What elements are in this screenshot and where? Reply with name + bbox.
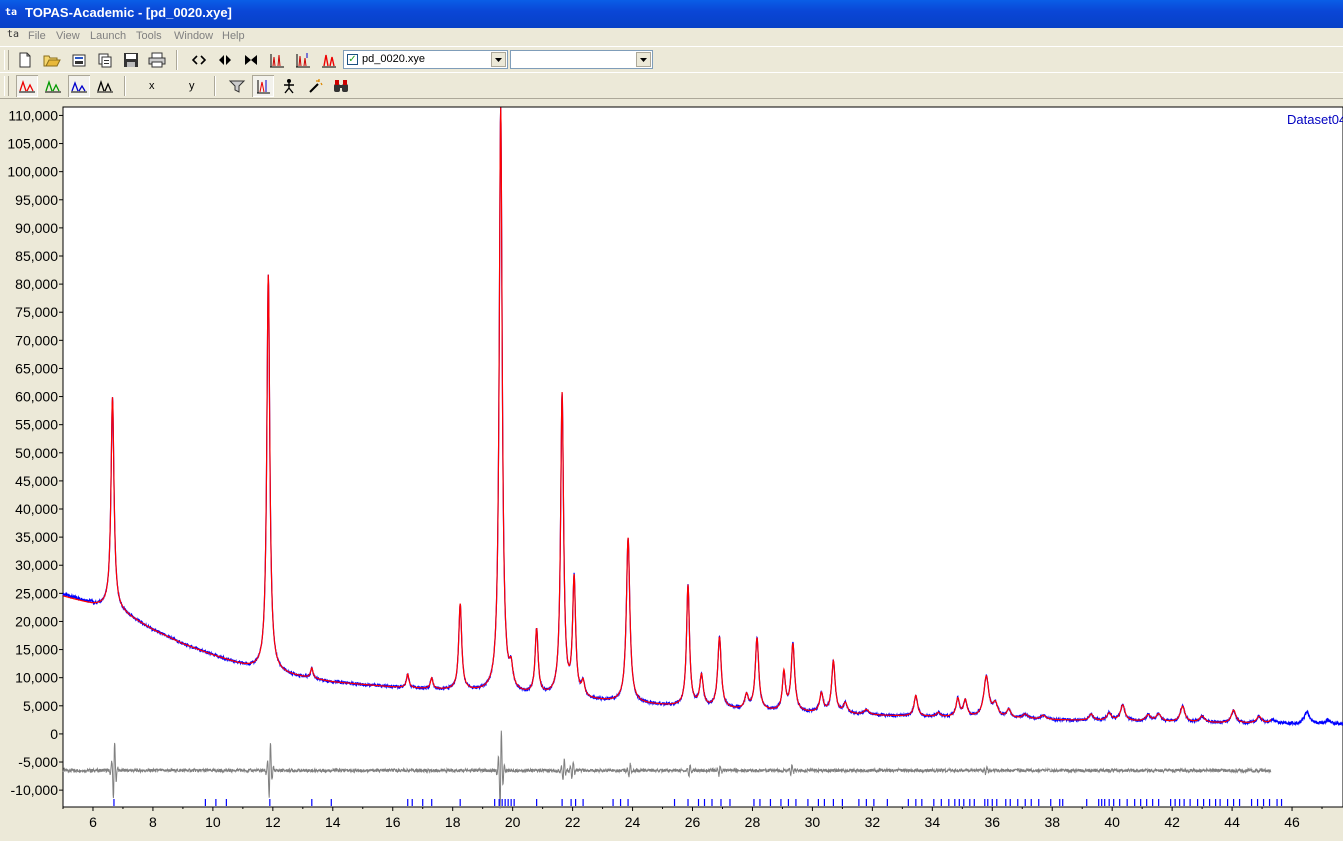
y-tick-label: 25,000: [15, 585, 58, 601]
toolbar-separator: [124, 76, 126, 96]
arrow-collapse-icon[interactable]: [240, 49, 262, 71]
y-tick-label: 80,000: [15, 276, 58, 292]
chart-peaks-alt-icon[interactable]: [292, 49, 314, 71]
magic-wand-icon[interactable]: [304, 75, 326, 97]
peak-select-icon[interactable]: [252, 75, 274, 97]
x-tick-label: 26: [685, 814, 701, 830]
y-tick-label: 0: [50, 726, 58, 742]
plot-area[interactable]: 110,000 105,000 100,000 95,000 90,000 85,000 8…: [0, 98, 1343, 841]
y-tick-label: 40,000: [15, 501, 58, 517]
toolbar-separator: [176, 50, 178, 70]
arrow-left-right-icon[interactable]: [214, 49, 236, 71]
x-tick-label: 30: [805, 814, 821, 830]
new-file-icon[interactable]: [14, 49, 36, 71]
y-tick-label: -10,000: [11, 782, 59, 798]
y-tick-label: 10,000: [15, 670, 58, 686]
window-title: TOPAS-Academic - [pd_0020.xye]: [25, 5, 232, 20]
y-axis-button[interactable]: y: [189, 80, 195, 92]
y-tick-label: 5,000: [23, 698, 58, 714]
plot-frame: [62, 106, 1343, 808]
x-tick-label: 32: [865, 814, 881, 830]
y-tick-label: 30,000: [15, 557, 58, 573]
y-tick-label: 75,000: [15, 304, 58, 320]
toolbar-grip[interactable]: [4, 76, 9, 96]
x-tick-label: 14: [325, 814, 341, 830]
chevron-down-icon[interactable]: [491, 52, 506, 67]
x-tick-label: 46: [1284, 814, 1300, 830]
x-tick-label: 6: [89, 814, 97, 830]
x-tick-label: 34: [925, 814, 941, 830]
peaks-red-icon[interactable]: [16, 75, 38, 97]
binoculars-icon[interactable]: [330, 75, 352, 97]
file-visible-checkbox[interactable]: ✓: [347, 54, 358, 65]
x-tick-label: 16: [385, 814, 401, 830]
menu-help[interactable]: Help: [222, 30, 245, 42]
open-folder-icon[interactable]: [41, 49, 63, 71]
copy-icon[interactable]: [94, 49, 116, 71]
x-tick-label: 44: [1224, 814, 1240, 830]
x-tick-label: 10: [205, 814, 221, 830]
y-tick-label: 90,000: [15, 220, 58, 236]
x-tick-label: 42: [1164, 814, 1180, 830]
y-tick-label: 45,000: [15, 473, 58, 489]
main-toolbar: ✓ pd_0020.xye: [0, 46, 1343, 72]
dataset-label: Dataset04: [1287, 112, 1343, 127]
menu-file[interactable]: File: [28, 30, 46, 42]
x-tick-label: 22: [565, 814, 581, 830]
y-tick-label: 65,000: [15, 360, 58, 376]
print-icon[interactable]: [146, 49, 168, 71]
menu-tools[interactable]: Tools: [136, 30, 162, 42]
figure-icon[interactable]: [278, 75, 300, 97]
y-tick-label: 85,000: [15, 248, 58, 264]
x-tick-label: 18: [445, 814, 461, 830]
y-tick-label: 100,000: [7, 164, 58, 180]
y-tick-label: 95,000: [15, 192, 58, 208]
chart-peaks-red-icon[interactable]: [318, 49, 340, 71]
title-bar: ta TOPAS-Academic - [pd_0020.xye]: [0, 0, 1343, 28]
second-select-combo[interactable]: [510, 50, 653, 69]
toolbar-grip[interactable]: [4, 50, 9, 70]
y-tick-label: 20,000: [15, 613, 58, 629]
x-tick-label: 36: [984, 814, 1000, 830]
open-project-icon[interactable]: [68, 49, 90, 71]
x-tick-label: 28: [745, 814, 761, 830]
peaks-black-icon[interactable]: [94, 75, 116, 97]
x-tick-label: 40: [1104, 814, 1120, 830]
file-select-value: pd_0020.xye: [362, 53, 425, 65]
y-tick-label: 60,000: [15, 389, 58, 405]
y-tick-label: 105,000: [7, 136, 58, 152]
toolbar-separator: [214, 76, 216, 96]
x-axis-button[interactable]: x: [149, 80, 155, 92]
y-tick-label: 55,000: [15, 417, 58, 433]
topas-app-icon[interactable]: ta: [5, 6, 19, 20]
chevron-down-icon[interactable]: [636, 52, 651, 67]
x-tick-label: 20: [505, 814, 521, 830]
peaks-green-icon[interactable]: [42, 75, 64, 97]
y-tick-label: 35,000: [15, 529, 58, 545]
document-icon[interactable]: ta: [7, 29, 19, 40]
menu-window[interactable]: Window: [174, 30, 213, 42]
x-tick-label: 24: [625, 814, 641, 830]
diffraction-chart[interactable]: 110,000105,000100,00095,00090,00085,0008…: [0, 99, 1343, 841]
menu-bar: ta File View Launch Tools Window Help: [0, 28, 1343, 45]
filter-icon[interactable]: [226, 75, 248, 97]
menu-view[interactable]: View: [56, 30, 80, 42]
y-tick-label: 15,000: [15, 642, 58, 658]
chart-peaks-icon[interactable]: [266, 49, 288, 71]
y-tick-label: 70,000: [15, 332, 58, 348]
y-tick-label: 50,000: [15, 445, 58, 461]
x-tick-label: 12: [265, 814, 281, 830]
menu-launch[interactable]: Launch: [90, 30, 126, 42]
save-icon[interactable]: [120, 49, 142, 71]
peaks-blue-icon[interactable]: [68, 75, 90, 97]
file-select-combo[interactable]: ✓ pd_0020.xye: [343, 50, 508, 69]
fit-horizontal-icon[interactable]: [188, 49, 210, 71]
x-tick-label: 8: [149, 814, 157, 830]
plot-toolbar: x y: [0, 72, 1343, 98]
y-tick-label: -5,000: [18, 754, 58, 770]
y-tick-label: 110,000: [8, 107, 58, 123]
x-tick-label: 38: [1044, 814, 1060, 830]
